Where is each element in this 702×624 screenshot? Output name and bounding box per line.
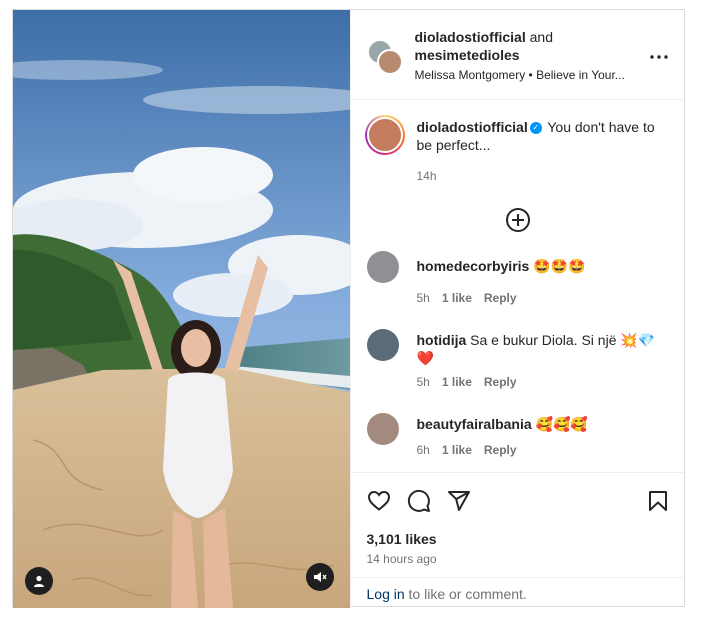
comments-section[interactable]: dioladostiofficial ✓ You don't have to be… bbox=[351, 101, 686, 472]
author-link[interactable]: dioladostiofficial bbox=[415, 29, 526, 45]
post-caption: dioladostiofficial ✓ You don't have to be… bbox=[417, 118, 667, 154]
comment-meta: 5h 1 like Reply bbox=[417, 291, 529, 305]
caption-username[interactable]: dioladostiofficial bbox=[417, 119, 528, 135]
comment-meta: 5h 1 like Reply bbox=[417, 375, 529, 389]
beach-photo bbox=[13, 10, 350, 608]
login-link[interactable]: Log in bbox=[367, 586, 405, 602]
comment-username[interactable]: homedecorbyiris bbox=[417, 258, 530, 274]
likes-count[interactable]: 3,101 likes bbox=[367, 531, 437, 547]
reply-button[interactable]: Reply bbox=[484, 291, 517, 305]
comment-body: homedecorbyiris 🤩🤩🤩 bbox=[417, 257, 657, 275]
load-more-comments-button[interactable] bbox=[505, 208, 530, 232]
avatar[interactable] bbox=[366, 329, 399, 361]
send-icon[interactable] bbox=[447, 489, 471, 513]
audio-attribution[interactable]: Melissa Montgomery • Believe in Your... bbox=[415, 68, 625, 82]
comment-username[interactable]: hotidija bbox=[417, 332, 467, 348]
plus-circle-icon bbox=[511, 214, 524, 226]
comment-text: 🥰🥰🥰 bbox=[531, 416, 588, 432]
comment-body: hotidija Sa e bukur Diola. Si një 💥💎❤️ bbox=[417, 331, 657, 367]
post-timestamp[interactable]: 14 hours ago bbox=[367, 552, 437, 566]
avatar[interactable] bbox=[376, 49, 403, 75]
reply-button[interactable]: Reply bbox=[484, 375, 517, 389]
comment-time[interactable]: 6h bbox=[417, 443, 430, 457]
caption-time[interactable]: 14h bbox=[417, 169, 437, 183]
avatar[interactable] bbox=[366, 251, 399, 283]
comment-body: beautyfairalbania 🥰🥰🥰 bbox=[417, 415, 657, 433]
heart-icon[interactable] bbox=[367, 489, 391, 513]
author-separator: and bbox=[525, 29, 553, 45]
comment-likes[interactable]: 1 like bbox=[442, 375, 472, 389]
comment-likes[interactable]: 1 like bbox=[442, 291, 472, 305]
comment-text: 🤩🤩🤩 bbox=[529, 258, 586, 274]
more-options-button[interactable] bbox=[649, 43, 668, 64]
comment-meta: 6h 1 like Reply bbox=[417, 443, 529, 457]
comment-time[interactable]: 5h bbox=[417, 291, 430, 305]
tagged-users-button[interactable] bbox=[25, 567, 53, 595]
post-header: dioladostiofficial and mesimetedioles Me… bbox=[350, 10, 686, 100]
comment-likes[interactable]: 1 like bbox=[442, 443, 472, 457]
post-actions: 3,101 likes 14 hours ago bbox=[350, 472, 686, 577]
login-prompt: Log in to like or comment. bbox=[350, 577, 686, 608]
comment-username[interactable]: beautyfairalbania bbox=[417, 416, 532, 432]
comment-time[interactable]: 5h bbox=[417, 375, 430, 389]
author-avatars[interactable] bbox=[366, 39, 403, 75]
login-text: to like or comment. bbox=[404, 586, 527, 602]
bookmark-icon[interactable] bbox=[646, 489, 670, 513]
user-icon bbox=[34, 575, 44, 587]
mute-button[interactable] bbox=[305, 563, 334, 591]
verified-badge-icon: ✓ bbox=[529, 122, 542, 135]
post-media[interactable] bbox=[13, 10, 350, 608]
comment-icon[interactable] bbox=[407, 489, 431, 513]
caption-avatar[interactable] bbox=[364, 115, 405, 155]
post-side-panel: dioladostiofficial and mesimetedioles Me… bbox=[349, 10, 686, 608]
author-link[interactable]: mesimetedioles bbox=[415, 47, 520, 63]
more-horizontal-icon bbox=[649, 55, 668, 59]
avatar[interactable] bbox=[366, 413, 399, 445]
muted-speaker-icon bbox=[313, 572, 327, 582]
reply-button[interactable]: Reply bbox=[484, 443, 517, 457]
post-card: dioladostiofficial and mesimetedioles Me… bbox=[12, 9, 686, 608]
post-authors: dioladostiofficial and mesimetedioles bbox=[415, 28, 625, 64]
